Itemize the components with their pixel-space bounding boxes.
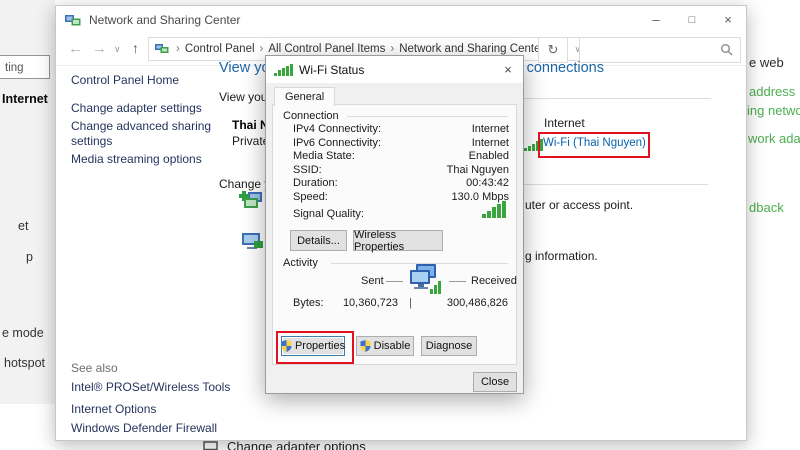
sent-label: Sent (361, 275, 384, 287)
bytes-label: Bytes: (293, 297, 324, 309)
screen: ting Internet et p e mode hotspot e web … (0, 0, 800, 450)
tab-general[interactable]: General (274, 87, 335, 107)
settings-header-fragment: Internet (2, 92, 48, 106)
breadcrumb-item-control-panel[interactable]: Control Panel (185, 43, 255, 55)
breadcrumb-item-all-items[interactable]: All Control Panel Items (268, 43, 385, 55)
troubleshoot-text-fragment: g information. (525, 249, 598, 263)
speed-label: Speed: (293, 191, 328, 203)
setup-connection-icon[interactable] (239, 190, 265, 215)
access-type-value: Internet (544, 116, 585, 130)
adapter-options-icon (203, 441, 218, 450)
received-bytes-value: 300,486,826 (428, 297, 508, 309)
settings-item-mobile-hotspot-fragment[interactable]: hotspot (4, 356, 45, 370)
back-icon[interactable]: ← (68, 40, 83, 57)
sidebar-item-internet-options[interactable]: Internet Options (71, 402, 156, 416)
dialog-tab-page: Connection IPv4 Connectivity: Internet IP… (272, 104, 517, 365)
settings-item-dialup-fragment[interactable]: p (26, 250, 33, 264)
breadcrumb-app-icon (155, 43, 169, 55)
wifi-status-dialog: Wi-Fi Status × General Connection IPv4 C… (265, 55, 524, 394)
breadcrumb-item-network-sharing[interactable]: Network and Sharing Center (399, 43, 544, 55)
recent-pages-dropdown-icon[interactable]: ∨ (114, 44, 121, 55)
activity-group-label: Activity (283, 257, 318, 269)
bg-link-fragment-address[interactable]: address (749, 84, 795, 99)
settings-search-input-fragment[interactable]: ting (0, 55, 50, 79)
sent-bytes-value: 10,360,723 (333, 297, 398, 309)
breadcrumb-separator: › (260, 43, 264, 55)
see-also-label: See also (71, 361, 118, 375)
duration-label: Duration: (293, 177, 338, 189)
settings-item-airplane-mode-fragment[interactable]: e mode (2, 326, 44, 340)
group-rule (347, 116, 508, 117)
wifi-signal-icon (274, 64, 293, 76)
close-button[interactable]: × (710, 6, 746, 34)
highlight-box-properties (276, 331, 354, 364)
uac-shield-icon (360, 340, 371, 352)
breadcrumb-separator: › (176, 43, 180, 55)
media-state-label: Media State: (293, 150, 355, 162)
minimize-button[interactable]: – (638, 6, 674, 34)
signal-quality-bars-icon (482, 201, 506, 218)
ssid-label: SSID: (293, 164, 322, 176)
sidebar-item-control-panel-home[interactable]: Control Panel Home (71, 73, 179, 87)
bytes-separator: | (409, 297, 412, 309)
dialog-title: Wi-Fi Status (299, 63, 364, 77)
forward-icon[interactable]: → (92, 40, 107, 57)
highlight-box-wifi-link (538, 132, 650, 158)
bg-link-fragment-feedback[interactable]: dback (749, 200, 784, 215)
setup-text-fragment: uter or access point. (525, 198, 633, 212)
settings-item-ethernet-fragment[interactable]: et (18, 219, 28, 233)
disable-button-label: Disable (374, 340, 411, 352)
bg-text-fragment-web: e web (749, 55, 784, 70)
dialog-close-button[interactable]: Close (473, 372, 517, 392)
bg-link-fragment-network[interactable]: ing network (747, 103, 800, 118)
ipv6-value: Internet (472, 137, 509, 149)
dialog-titlebar: Wi-Fi Status × (266, 56, 523, 83)
wireless-properties-button[interactable]: Wireless Properties (353, 230, 443, 251)
received-label: Received (471, 275, 517, 287)
ipv6-label: IPv6 Connectivity: (293, 137, 381, 149)
sidebar-item-windows-defender-firewall[interactable]: Windows Defender Firewall (71, 421, 217, 435)
diagnose-button[interactable]: Diagnose (421, 336, 477, 356)
media-state-value: Enabled (469, 150, 509, 162)
received-dash (449, 281, 466, 282)
signal-quality-label: Signal Quality: (293, 208, 364, 220)
details-button[interactable]: Details... (290, 230, 347, 251)
sidebar-item-change-advanced-sharing[interactable]: Change advanced sharing settings (71, 119, 231, 149)
maximize-button[interactable]: □ (674, 6, 710, 34)
disable-button[interactable]: Disable (356, 336, 414, 356)
ipv4-value: Internet (472, 123, 509, 135)
up-icon[interactable]: ↑ (132, 40, 139, 56)
sidebar-item-intel-proset[interactable]: Intel® PROSet/Wireless Tools (71, 380, 230, 394)
ipv4-label: IPv4 Connectivity: (293, 123, 381, 135)
dialog-close-icon[interactable]: × (493, 56, 523, 83)
troubleshoot-icon[interactable] (240, 232, 264, 255)
duration-value: 00:43:42 (466, 177, 509, 189)
window-title: Network and Sharing Center (89, 13, 240, 27)
network-sharing-center-icon (65, 14, 81, 27)
breadcrumb-separator: › (390, 43, 394, 55)
bg-link-fragment-adapter[interactable]: work adapte (748, 131, 800, 146)
sidebar-item-media-streaming[interactable]: Media streaming options (71, 152, 202, 166)
search-icon (720, 43, 733, 59)
ssid-value: Thai Nguyen (447, 164, 509, 176)
window-titlebar: Network and Sharing Center – □ × (56, 6, 746, 34)
sidebar-item-change-adapter-settings[interactable]: Change adapter settings (71, 101, 202, 115)
sent-dash (386, 281, 403, 282)
connection-group-label: Connection (283, 110, 339, 122)
computer-activity-icon (406, 263, 444, 298)
